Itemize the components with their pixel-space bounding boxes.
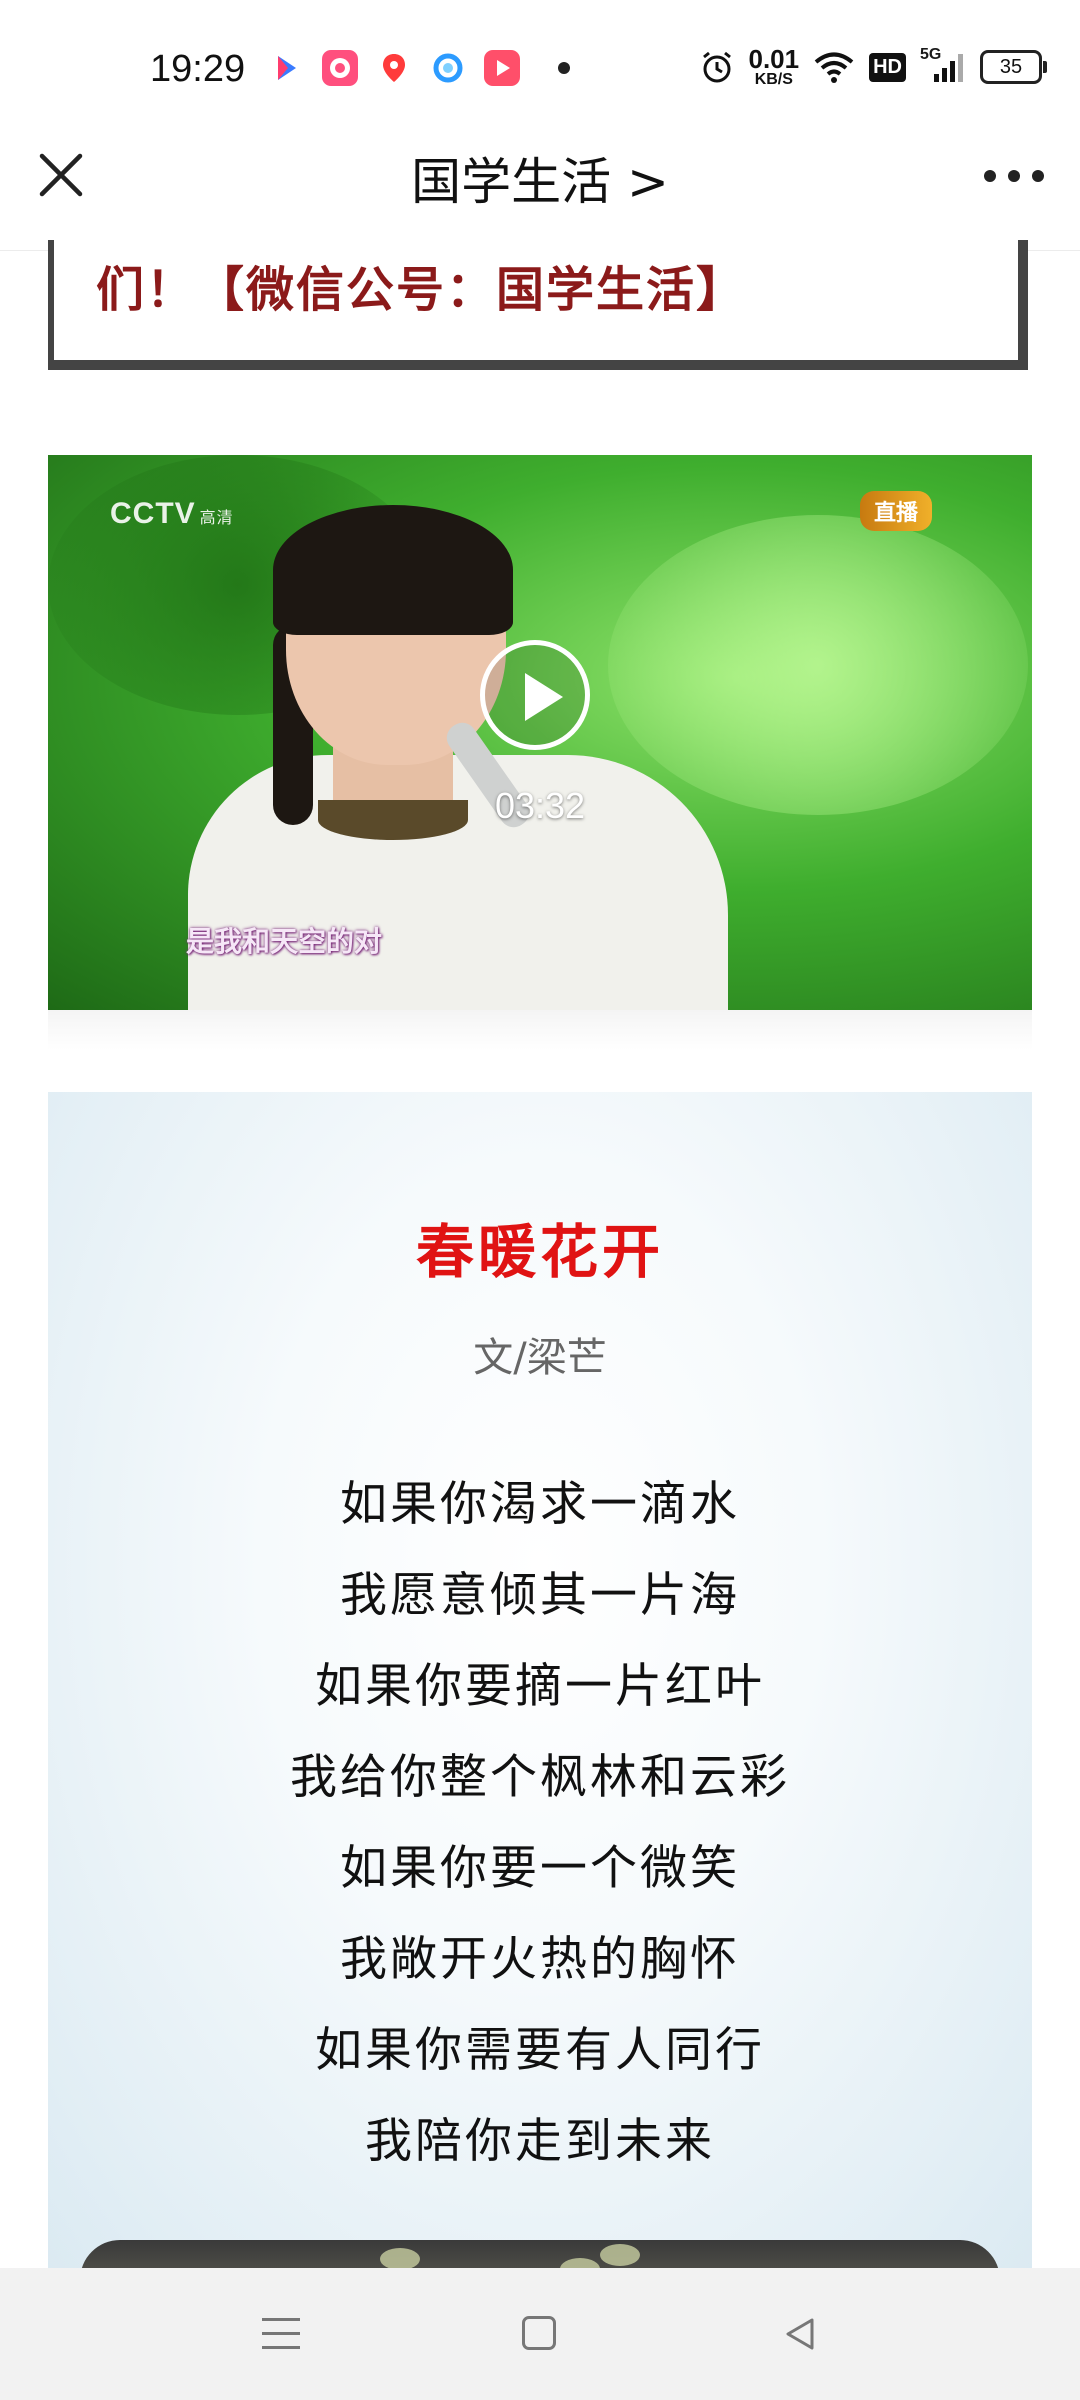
poem-line: 我给你整个枫林和云彩 — [290, 1750, 790, 1805]
poem-line: 如果你需要有人同行 — [315, 2023, 765, 2078]
back-icon[interactable] — [780, 2314, 820, 2354]
poem-line: 我愿意倾其一片海 — [340, 1568, 740, 1623]
poem-line: 如果你渴求一滴水 — [340, 1477, 740, 1532]
hd-icon: HD — [869, 52, 906, 82]
youku-icon — [268, 50, 304, 86]
video-background — [608, 515, 1028, 815]
quote-text: 们！【微信公号：国学生活】 — [96, 262, 747, 318]
wifi-icon — [814, 52, 854, 83]
live-badge: 直播 — [859, 491, 932, 531]
poem-author: 文/梁芒 — [473, 1335, 607, 1381]
poem-lines: 如果你渴求一滴水 我愿意倾其一片海 如果你要摘一片红叶 我给你整个枫林和云彩 如… — [0, 1470, 1080, 2198]
battery-icon: 35 — [980, 50, 1047, 84]
status-bar: 19:29 0.01 KB/S HD 5G 35 — [0, 0, 1080, 140]
poem-line: 如果你要一个微笑 — [340, 1841, 740, 1896]
qq-browser-icon — [430, 50, 466, 86]
video-subtitle: 是我和天空的对 — [186, 925, 383, 958]
video-player[interactable]: CCTV 高清 直播 是我和天空的对 03:32 — [48, 455, 1032, 1010]
recent-apps-icon[interactable] — [262, 2318, 300, 2360]
video-duration: 03:32 — [494, 785, 586, 826]
poem-line: 我敞开火热的胸怀 — [340, 1932, 740, 1987]
more-menu-icon[interactable] — [984, 170, 1044, 182]
cellular-signal: 5G — [920, 46, 966, 84]
video-app-icon — [484, 50, 520, 86]
account-title-link[interactable]: 国学生活 > — [0, 142, 1080, 214]
poem-line: 如果你要摘一片红叶 — [315, 1659, 765, 1714]
home-icon[interactable] — [522, 2316, 556, 2350]
alarm-icon — [702, 51, 731, 83]
poem-title: 春暖花开 — [415, 1218, 664, 1286]
map-pin-app-icon — [376, 50, 412, 86]
poem-line: 我陪你走到未来 — [365, 2114, 715, 2169]
fengyun-icon — [322, 50, 358, 86]
status-time: 19:29 — [150, 48, 246, 90]
divider — [48, 1010, 1032, 1050]
status-right: 0.01 KB/S HD 5G 35 — [699, 44, 1047, 88]
more-notifications-dot — [558, 62, 570, 74]
cctv-watermark: CCTV 高清 — [110, 497, 234, 530]
play-button[interactable] — [480, 640, 590, 750]
network-speed: 0.01 KB/S — [748, 44, 800, 88]
notification-icons — [268, 50, 570, 86]
